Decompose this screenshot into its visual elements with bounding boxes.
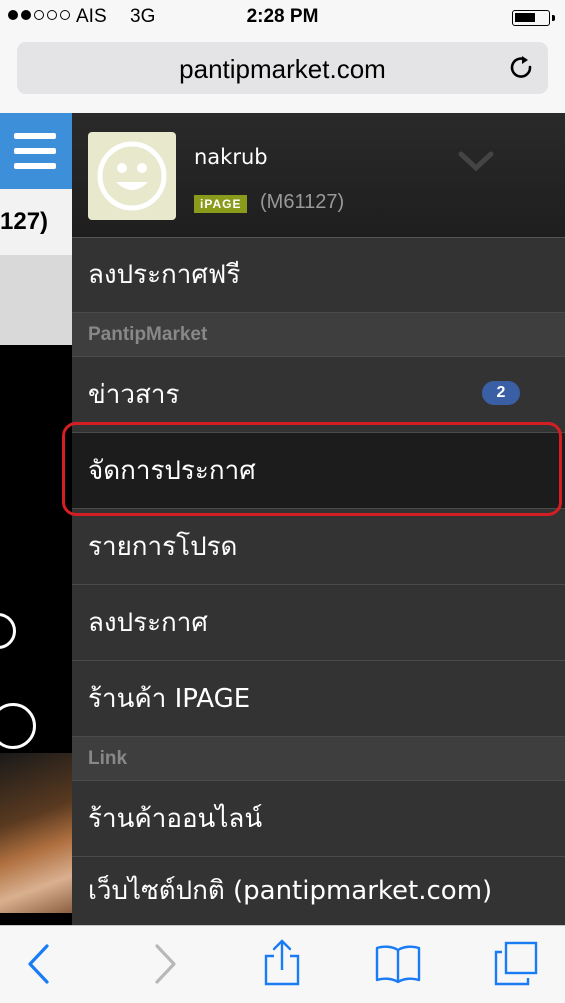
menu-item-favorites[interactable]: รายการโปรด — [72, 509, 565, 585]
news-count-badge: 2 — [482, 381, 520, 405]
chevron-right-icon[interactable] — [146, 942, 182, 986]
background-decoration — [0, 613, 16, 649]
status-time: 2:28 PM — [246, 6, 319, 27]
book-icon[interactable] — [374, 942, 422, 986]
smiley-icon — [97, 141, 167, 211]
section-label: PantipMarket — [88, 324, 208, 345]
url-text: pantipmarket.com — [179, 54, 386, 84]
profile-header[interactable]: nakrub iPAGE (M61127) — [72, 113, 565, 238]
menu-item-label: ลงประกาศ — [88, 608, 208, 638]
menu-item-online-shop[interactable]: ร้านค้าออนไลน์ — [72, 781, 565, 857]
avatar — [88, 132, 176, 220]
background-decoration — [0, 703, 36, 749]
username: nakrub — [194, 145, 268, 169]
side-menu-drawer: nakrub iPAGE (M61127) ลงประกาศฟรี Pantip… — [72, 113, 565, 925]
battery-icon — [512, 10, 555, 26]
member-id: (M61127) — [260, 191, 345, 213]
chevron-down-icon[interactable] — [458, 151, 494, 173]
section-header-pantipmarket: PantipMarket — [72, 313, 565, 357]
status-bar: AIS 3G 2:28 PM — [0, 0, 565, 38]
tabs-icon[interactable] — [492, 940, 540, 988]
menu-item-label: เว็บไซต์ปกติ (pantipmarket.com) — [88, 876, 493, 906]
background-panel — [0, 255, 72, 345]
hamburger-icon[interactable] — [0, 113, 72, 189]
background-page: 127) — [0, 113, 72, 925]
menu-item-label: รายการโปรด — [88, 532, 238, 562]
share-icon[interactable] — [262, 938, 302, 988]
chevron-left-icon[interactable] — [22, 942, 58, 986]
menu-item-label: ร้านค้า IPAGE — [88, 684, 251, 714]
browser-address-area: pantipmarket.com — [0, 38, 565, 113]
menu-item-label: ร้านค้าออนไลน์ — [88, 804, 263, 834]
reload-icon[interactable] — [508, 54, 536, 82]
menu-item-manage-posts[interactable]: จัดการประกาศ — [72, 433, 565, 509]
menu-item-post-free[interactable]: ลงประกาศฟรี — [72, 237, 565, 313]
menu-item-label: ลงประกาศฟรี — [88, 260, 241, 290]
menu-item-ipage-shop[interactable]: ร้านค้า IPAGE — [72, 661, 565, 737]
ipage-badge: iPAGE — [194, 195, 248, 213]
browser-toolbar — [0, 925, 565, 1003]
address-bar[interactable]: pantipmarket.com — [17, 42, 548, 94]
section-label: Link — [88, 748, 128, 769]
menu-item-news[interactable]: ข่าวสาร 2 — [72, 357, 565, 433]
menu-item-label: จัดการประกาศ — [88, 456, 256, 486]
section-header-link: Link — [72, 737, 565, 781]
menu-item-post-ad[interactable]: ลงประกาศ — [72, 585, 565, 661]
background-member-id: 127) — [0, 189, 72, 255]
menu-item-normal-website[interactable]: เว็บไซต์ปกติ (pantipmarket.com) — [72, 857, 565, 925]
background-image — [0, 753, 72, 913]
menu-item-label: ข่าวสาร — [88, 380, 180, 410]
